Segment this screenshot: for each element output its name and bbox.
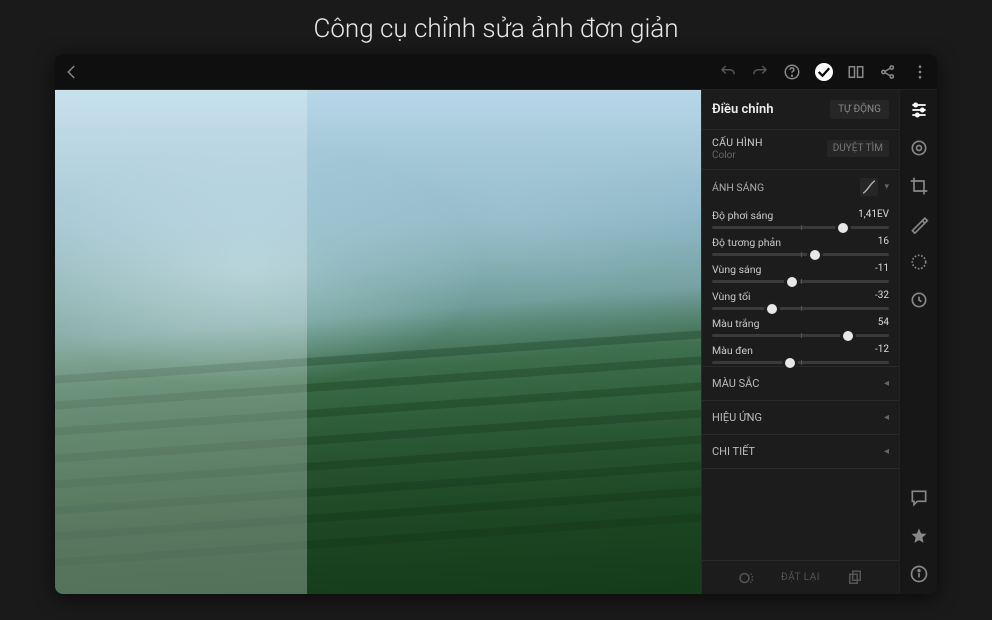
detail-section-label: CHI TIẾT [712,445,755,458]
adjust-panel: Điều chỉnh TỰ ĐỘNG CẤU HÌNH Color DUYỆT … [701,90,899,594]
shadows-label: Vùng tối [712,290,751,303]
highlights-slider[interactable]: Vùng sáng -11 [702,258,899,285]
contrast-thumb[interactable] [810,250,820,260]
page-title: Công cụ chỉnh sửa ảnh đơn giản [0,0,992,54]
blacks-value: -12 [875,344,889,357]
highlights-value: -11 [875,263,889,276]
effects-section-label: HIỆU ỨNG [712,411,762,424]
sliders-icon[interactable] [909,100,929,120]
radial-filter-icon[interactable] [909,252,929,272]
chevron-left-icon: ◂ [884,378,889,389]
star-icon[interactable] [909,526,929,546]
compare-icon[interactable] [847,63,865,81]
profile-value: Color [712,150,763,161]
terrace-decoration [55,332,701,594]
app-frame: Điều chỉnh TỰ ĐỘNG CẤU HÌNH Color DUYỆT … [55,54,937,594]
color-section-label: MÀU SẮC [712,377,759,390]
blacks-thumb[interactable] [785,358,795,368]
whites-slider[interactable]: Màu trắng 54 [702,312,899,339]
panel-footer: ĐẶT LẠI [702,560,899,594]
auto-button[interactable]: TỰ ĐỘNG [830,100,889,119]
chevron-left-icon: ◂ [884,412,889,423]
color-section-header[interactable]: MÀU SẮC ◂ [702,366,899,400]
browse-profiles-button[interactable]: DUYỆT TÌM [827,140,889,157]
apply-check-icon[interactable] [815,63,833,81]
contrast-value: 16 [878,236,889,249]
whites-value: 54 [878,317,889,330]
exposure-label: Độ phơi sáng [712,209,773,222]
blacks-slider[interactable]: Màu đen -12 [702,339,899,366]
tone-curve-icon[interactable] [860,178,878,196]
comment-icon[interactable] [909,488,929,508]
whites-thumb[interactable] [843,331,853,341]
shadows-thumb[interactable] [767,304,777,314]
crop-icon[interactable] [909,176,929,196]
exposure-slider[interactable]: Độ phơi sáng 1,41EV [702,204,899,231]
more-icon[interactable] [911,63,929,81]
redo-icon[interactable] [751,63,769,81]
highlights-thumb[interactable] [787,277,797,287]
info-icon[interactable] [909,564,929,584]
reset-button[interactable]: ĐẶT LẠI [781,572,820,583]
contrast-label: Độ tương phản [712,236,781,249]
blacks-label: Màu đen [712,344,753,357]
tool-rail [899,90,937,594]
share-icon[interactable] [879,63,897,81]
heal-brush-icon[interactable] [909,214,929,234]
whites-label: Màu trắng [712,317,759,330]
previous-version-icon[interactable] [737,569,755,587]
exposure-value: 1,41EV [858,209,889,222]
chevron-down-icon: ▾ [884,182,889,192]
exposure-thumb[interactable] [838,223,848,233]
contrast-slider[interactable]: Độ tương phản 16 [702,231,899,258]
effects-section-header[interactable]: HIỆU ỨNG ◂ [702,400,899,434]
lens-icon[interactable] [909,138,929,158]
back-icon[interactable] [63,63,81,81]
undo-icon[interactable] [719,63,737,81]
shadows-value: -32 [875,290,889,303]
help-icon[interactable] [783,63,801,81]
profile-label: CẤU HÌNH [712,136,763,149]
copy-settings-icon[interactable] [846,569,864,587]
detail-section-header[interactable]: CHI TIẾT ◂ [702,434,899,469]
highlights-label: Vùng sáng [712,263,761,276]
panel-title: Điều chỉnh [712,102,774,117]
history-icon[interactable] [909,290,929,310]
shadows-slider[interactable]: Vùng tối -32 [702,285,899,312]
topbar [55,54,937,90]
image-canvas[interactable] [55,90,701,594]
chevron-left-icon: ◂ [884,446,889,457]
light-section-header[interactable]: ÁNH SÁNG ▾ [702,169,899,204]
light-section-label: ÁNH SÁNG [712,181,764,194]
